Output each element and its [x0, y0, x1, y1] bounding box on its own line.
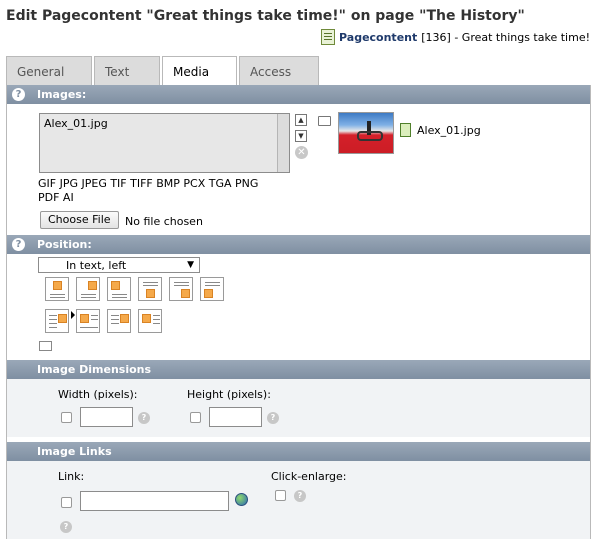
selected-marker-icon — [71, 311, 75, 319]
file-list-item[interactable]: Alex_01.jpg — [44, 117, 108, 130]
links-section-header: Image Links — [7, 442, 590, 461]
position-option-beside-left[interactable] — [138, 309, 162, 333]
image-file-chip: Alex_01.jpg — [400, 123, 481, 137]
allowed-extensions: GIF JPG JPEG TIF TIFF BMP PCX TGA PNG PD… — [38, 177, 283, 205]
page-title: Edit Pagecontent "Great things take time… — [6, 8, 525, 24]
click-enlarge-checkbox[interactable] — [275, 490, 286, 501]
height-label: Height (pixels): — [187, 388, 271, 401]
position-selected: In text, left — [66, 259, 127, 272]
remove-icon[interactable]: ✕ — [295, 146, 308, 159]
height-input[interactable] — [209, 407, 262, 427]
image-file-name: Alex_01.jpg — [417, 123, 481, 137]
pagecontent-icon — [321, 29, 335, 45]
images-label: Images: — [37, 88, 87, 101]
tab-media[interactable]: Media — [162, 56, 237, 86]
tab-access[interactable]: Access — [239, 56, 319, 85]
folder-icon[interactable] — [318, 116, 331, 126]
palette-icon[interactable] — [39, 341, 52, 351]
record-info: Pagecontent [136] - Great things take ti… — [321, 29, 590, 45]
position-section-header: ? Position: — [7, 235, 590, 254]
extensions-line-1: GIF JPG JPEG TIF TIFF BMP PCX TGA PNG — [38, 177, 259, 190]
width-input[interactable] — [80, 407, 133, 427]
position-option-in-text-right[interactable] — [45, 309, 69, 333]
dimensions-section-header: Image Dimensions — [7, 360, 590, 379]
position-option-above-left[interactable] — [107, 277, 131, 301]
chevron-down-icon: ▼ — [187, 260, 194, 270]
position-select[interactable]: In text, left ▼ — [38, 257, 200, 273]
extensions-line-2: PDF AI — [38, 191, 74, 204]
help-icon[interactable]: ? — [294, 490, 306, 502]
no-file-label: No file chosen — [125, 215, 203, 228]
image-file-icon — [400, 123, 411, 137]
link-label: Link: — [58, 470, 85, 483]
help-icon[interactable]: ? — [12, 88, 25, 101]
help-icon[interactable]: ? — [60, 521, 72, 533]
help-icon[interactable]: ? — [12, 238, 25, 251]
move-up-icon[interactable]: ▲ — [295, 114, 307, 126]
help-icon[interactable]: ? — [267, 412, 279, 424]
links-label: Image Links — [37, 445, 112, 458]
width-checkbox[interactable] — [61, 412, 72, 423]
tab-text[interactable]: Text — [94, 56, 160, 85]
record-type[interactable]: Pagecontent — [339, 31, 417, 44]
dimensions-label: Image Dimensions — [37, 363, 152, 376]
position-option-below-right[interactable] — [169, 277, 193, 301]
tab-bar: General Text Media Access — [6, 56, 592, 86]
position-option-above-center[interactable] — [45, 277, 69, 301]
record-label: [136] - Great things take time! — [421, 30, 590, 44]
position-option-above-right[interactable] — [76, 277, 100, 301]
link-input[interactable] — [80, 491, 229, 511]
position-option-below-left[interactable] — [200, 277, 224, 301]
height-checkbox[interactable] — [190, 412, 201, 423]
position-option-below-center[interactable] — [138, 277, 162, 301]
tab-general[interactable]: General — [6, 56, 92, 85]
choose-file-button[interactable]: Choose File — [40, 211, 119, 229]
link-checkbox[interactable] — [61, 497, 72, 508]
media-panel: ? Images: Alex_01.jpg ▲ ▼ ✕ Alex_01.jpg … — [6, 85, 591, 539]
position-label: Position: — [37, 238, 92, 251]
image-file-list[interactable]: Alex_01.jpg — [39, 113, 290, 173]
file-list-scrollbar[interactable] — [277, 114, 289, 172]
help-icon[interactable]: ? — [138, 412, 150, 424]
width-label: Width (pixels): — [58, 388, 138, 401]
images-section-header: ? Images: — [7, 85, 590, 104]
image-thumbnail[interactable] — [338, 112, 394, 154]
click-enlarge-label: Click-enlarge: — [271, 470, 347, 483]
move-down-icon[interactable]: ▼ — [295, 130, 307, 142]
link-browser-icon[interactable] — [235, 493, 248, 506]
position-option-beside-right[interactable] — [107, 309, 131, 333]
position-option-in-text-left[interactable] — [76, 309, 100, 333]
